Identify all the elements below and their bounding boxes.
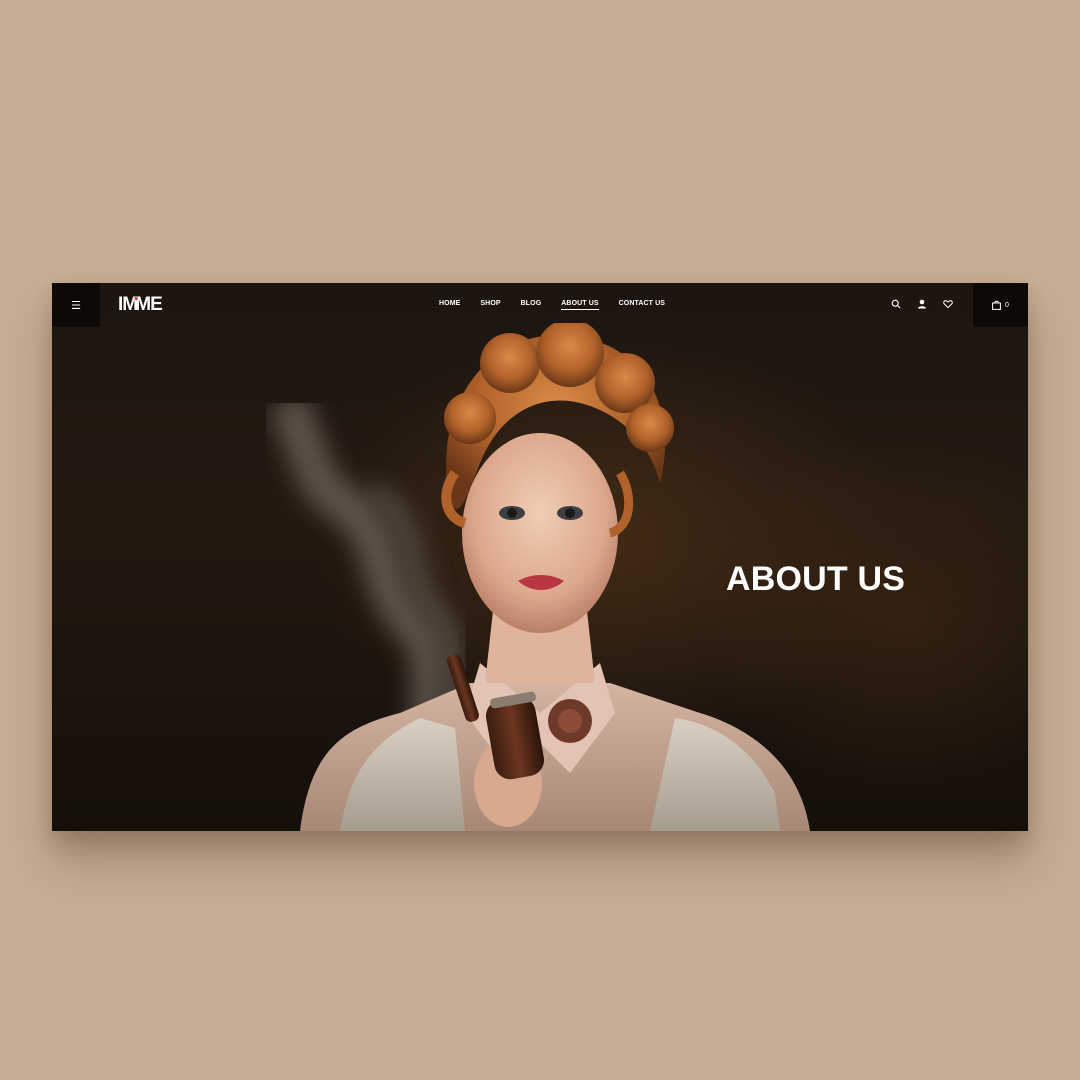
- logo-text-right: ME: [135, 294, 162, 315]
- site-logo[interactable]: IM ♥ ME: [118, 294, 163, 315]
- nav-item-shop[interactable]: SHOP: [480, 300, 500, 310]
- search-icon[interactable]: [890, 298, 902, 310]
- nav-item-home[interactable]: HOME: [439, 300, 460, 310]
- nav-item-blog[interactable]: BLOG: [521, 300, 542, 310]
- nav-item-about-us[interactable]: ABOUT US: [561, 300, 599, 310]
- page-title: ABOUT US: [726, 559, 906, 598]
- hamburger-menu-button[interactable]: ☰: [52, 283, 100, 327]
- cart-count: 0: [1005, 301, 1009, 309]
- menu-icon: ☰: [71, 298, 81, 312]
- site-header: ☰ IM ♥ ME HOME SHOP BLOG ABOUT US CONTAC…: [52, 283, 1028, 327]
- logo-heart-icon: ♥: [134, 295, 139, 303]
- user-icon[interactable]: [916, 298, 928, 310]
- nav-item-contact-us[interactable]: CONTACT US: [619, 300, 665, 310]
- header-icons: [890, 298, 954, 310]
- main-nav: HOME SHOP BLOG ABOUT US CONTACT US: [439, 300, 665, 310]
- website-screenshot: ☰ IM ♥ ME HOME SHOP BLOG ABOUT US CONTAC…: [52, 283, 1028, 831]
- shopping-bag-icon: [992, 300, 1001, 310]
- cart-button[interactable]: 0: [973, 283, 1028, 327]
- heart-icon[interactable]: [942, 298, 954, 310]
